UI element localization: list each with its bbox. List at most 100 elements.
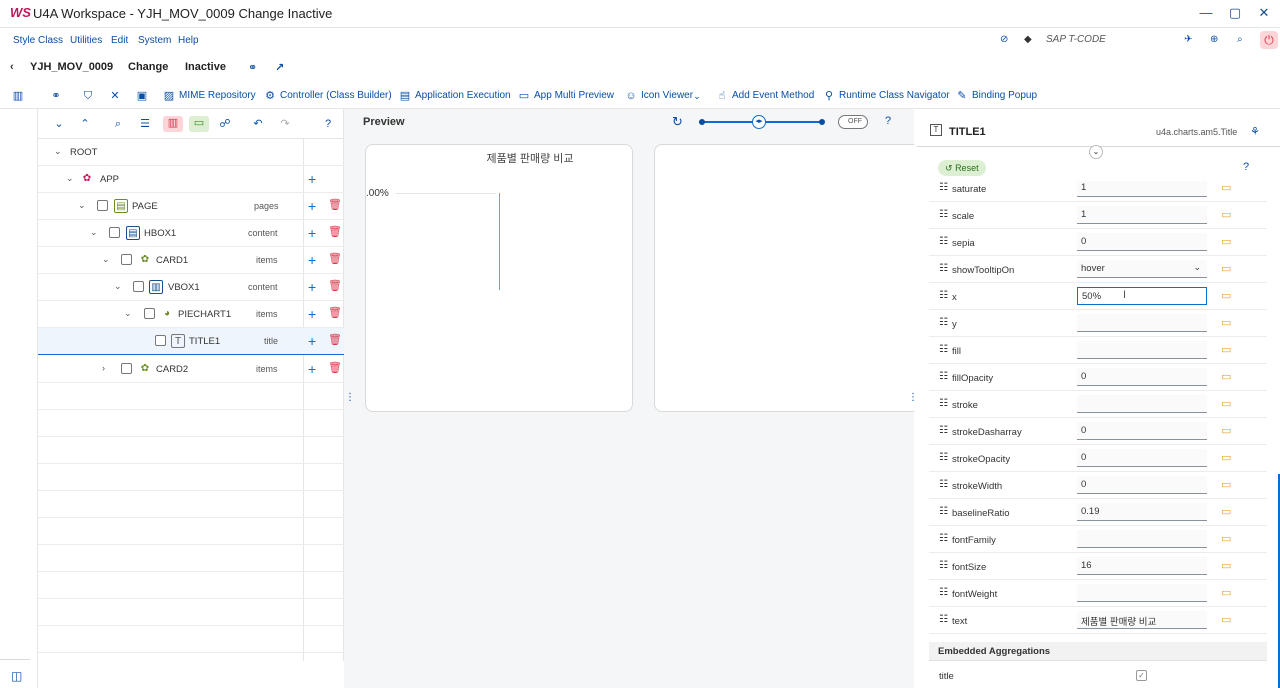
maximize-button[interactable]: ▢	[1225, 4, 1245, 22]
preview-toggle[interactable]: OFF	[838, 115, 868, 129]
checkbox[interactable]	[144, 308, 155, 319]
controller-button[interactable]: Controller (Class Builder)	[280, 90, 392, 101]
runtime-class-navigator-button[interactable]: Runtime Class Navigator	[839, 90, 950, 101]
mime-repository-button[interactable]: MIME Repository	[179, 90, 256, 101]
embedded-checkbox[interactable]: ✓	[1136, 670, 1147, 681]
binding-icon[interactable]: ☷	[939, 263, 948, 274]
image-icon[interactable]: ▨	[162, 89, 176, 103]
reset-button[interactable]: ↺ Reset	[938, 160, 986, 176]
binding-icon[interactable]: ☷	[939, 236, 948, 247]
menu-system[interactable]: System	[138, 35, 171, 46]
shield-icon[interactable]: ⛉	[81, 89, 95, 103]
search-icon[interactable]: ⌕	[1237, 34, 1243, 45]
binding-icon[interactable]: ☷	[939, 290, 948, 301]
tree-row-root[interactable]: ⌄ ROOT	[38, 139, 344, 166]
binding-icon[interactable]: ☷	[939, 182, 948, 193]
checkbox[interactable]	[133, 281, 144, 292]
folder-icon[interactable]: ▭	[1221, 586, 1231, 599]
help-icon[interactable]: ?	[1243, 161, 1249, 173]
chevron-right-icon[interactable]: ›	[102, 363, 105, 373]
trash-icon[interactable]: 🗑	[328, 279, 342, 292]
chevron-down-icon[interactable]: ⌄	[690, 89, 704, 103]
binding-icon[interactable]: ☷	[939, 371, 948, 382]
prop-input[interactable]: 0	[1077, 449, 1207, 467]
search-tree-icon[interactable]: ⌕	[111, 117, 125, 131]
layout-icon[interactable]: ▥	[11, 89, 25, 103]
add-icon[interactable]: +	[308, 333, 316, 349]
binding-icon[interactable]: ☷	[939, 452, 948, 463]
folder-icon[interactable]: ▭	[1221, 478, 1231, 491]
folder-icon[interactable]: ▭	[1221, 451, 1231, 464]
binding-icon[interactable]: ✎	[955, 89, 969, 103]
tools-icon[interactable]: ✕	[108, 89, 122, 103]
prop-input[interactable]	[1077, 314, 1207, 332]
folder-icon[interactable]: ▭	[1221, 235, 1231, 248]
checkbox[interactable]	[155, 335, 166, 346]
checkbox[interactable]	[97, 200, 108, 211]
add-icon[interactable]: +	[308, 306, 316, 322]
checkbox[interactable]	[121, 254, 132, 265]
folder-icon[interactable]: ▭	[1221, 343, 1231, 356]
prop-input[interactable]: 0	[1077, 422, 1207, 440]
execute-icon[interactable]: ▤	[398, 89, 412, 103]
pin-icon[interactable]: ✈	[1184, 34, 1192, 45]
app-multi-preview-button[interactable]: App Multi Preview	[534, 90, 614, 101]
folder-icon[interactable]: ▭	[1221, 559, 1231, 572]
trash-icon[interactable]: 🗑	[328, 361, 342, 374]
prop-input-active[interactable]: 50%	[1077, 287, 1207, 305]
checkbox[interactable]	[109, 227, 120, 238]
add-icon[interactable]: +	[308, 361, 316, 377]
prop-input[interactable]: 0	[1077, 476, 1207, 494]
add-icon[interactable]: +	[308, 279, 316, 295]
prop-input[interactable]	[1077, 395, 1207, 413]
expand-all-icon[interactable]: ⌄	[52, 117, 66, 131]
prop-input[interactable]	[1077, 341, 1207, 359]
folder-icon[interactable]: ▭	[1221, 289, 1231, 302]
prop-input[interactable]: 0	[1077, 368, 1207, 386]
splitter-handle-left[interactable]: ⋮	[345, 392, 355, 403]
binding-icon[interactable]: ☷	[939, 425, 948, 436]
folder-icon[interactable]: ▭	[1221, 613, 1231, 626]
prop-input[interactable]: 1	[1077, 181, 1207, 197]
gear-icon[interactable]: ⚙	[263, 89, 277, 103]
menu-edit[interactable]: Edit	[111, 35, 128, 46]
prop-input[interactable]: 16	[1077, 557, 1207, 575]
binding-icon[interactable]: ☷	[939, 344, 948, 355]
checkbox[interactable]	[121, 363, 132, 374]
chevron-down-icon[interactable]: ⌄	[90, 227, 98, 238]
add-event-method-button[interactable]: Add Event Method	[732, 90, 814, 101]
power-icon[interactable]: ⏻	[1260, 31, 1278, 49]
trash-icon[interactable]: 🗑	[328, 252, 342, 265]
binding-icon[interactable]: ☷	[939, 317, 948, 328]
prop-input[interactable]: 0	[1077, 233, 1207, 251]
add-icon[interactable]: +	[308, 171, 316, 187]
panel-icon[interactable]: ◫	[11, 669, 22, 683]
prop-input[interactable]	[1077, 530, 1207, 548]
tree-row-piechart1[interactable]: ⌄ ◕ PIECHART1 items + 🗑	[38, 301, 344, 328]
menu-help[interactable]: Help	[178, 35, 199, 46]
chevron-down-icon[interactable]: ⌄	[124, 308, 132, 319]
binding-icon[interactable]: ☷	[939, 209, 948, 220]
chevron-down-icon[interactable]: ⌄	[114, 281, 122, 292]
touch-icon[interactable]: ☝	[715, 89, 729, 103]
folder-icon[interactable]: ▭	[1221, 505, 1231, 518]
folder-icon[interactable]: ▭	[1221, 532, 1231, 545]
folder-icon[interactable]: ▭	[1221, 397, 1231, 410]
icon-viewer-button[interactable]: Icon Viewer	[641, 90, 693, 101]
move-icon[interactable]: ▭	[189, 116, 209, 132]
prop-input[interactable]: 0.19	[1077, 503, 1207, 521]
chevron-down-icon[interactable]: ⌄	[54, 146, 62, 157]
props-list[interactable]: ☷ saturate 1 ▭ ☷ scale 1 ▭ ☷ sepia 0 ▭ ☷…	[917, 181, 1280, 645]
zoom-in-icon[interactable]: ⊕	[1210, 34, 1218, 45]
menu-style-class[interactable]: Style Class	[13, 35, 63, 46]
binoculars-icon[interactable]: ⚭	[248, 61, 257, 74]
back-icon[interactable]: ‹	[10, 61, 14, 73]
help-icon[interactable]: ?	[321, 117, 335, 131]
add-icon[interactable]: +	[308, 198, 316, 214]
chevron-down-icon[interactable]: ⌄	[102, 254, 110, 265]
binding-icon[interactable]: ☷	[939, 479, 948, 490]
prop-select[interactable]: hover ⌄	[1077, 260, 1207, 278]
trash-icon[interactable]: 🗑	[328, 198, 342, 211]
collapse-all-icon[interactable]: ⌃	[78, 117, 92, 131]
tree-row-title1[interactable]: T TITLE1 title + 🗑	[38, 328, 344, 355]
